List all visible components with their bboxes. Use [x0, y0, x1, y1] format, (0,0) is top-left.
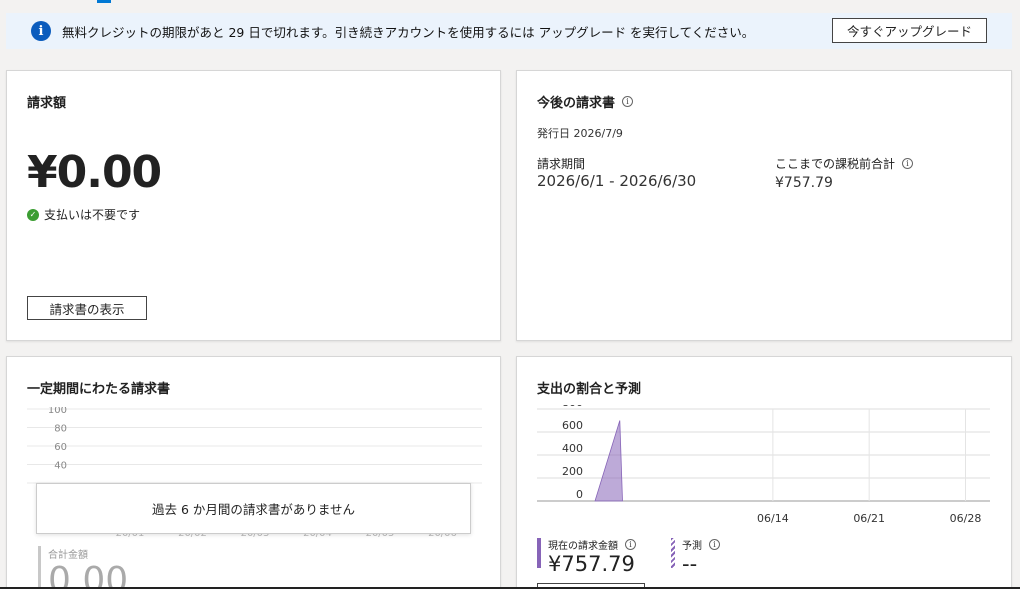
- pretax-total-label-row: ここまでの課税前合計 i: [775, 155, 914, 172]
- legend-forecast: 予測 i --: [671, 537, 720, 576]
- x-tick-label: 06/21: [853, 512, 885, 525]
- legend-current-label-row: 現在の請求金額 i: [548, 537, 636, 552]
- checkmark-icon: ✓: [27, 208, 39, 221]
- banner-message: 無料クレジットの期限があと 29 日で切れます。引き続きアカウントを使用するには…: [62, 24, 755, 40]
- pretax-total-label: ここまでの課税前合計: [775, 157, 896, 171]
- invoice-history-card: 一定期間にわたる請求書 10080604020/0120/0220/0320/0…: [6, 356, 501, 589]
- info-icon[interactable]: i: [902, 158, 914, 169]
- x-tick-label: 06/14: [757, 512, 789, 525]
- y-tick-label: 200: [562, 465, 583, 478]
- y-tick-label: 600: [562, 419, 583, 432]
- upgrade-now-button[interactable]: 今すぐアップグレード: [832, 18, 987, 43]
- y-tick-label: 40: [54, 461, 67, 472]
- y-tick-label: 0: [576, 488, 583, 501]
- legend-forecast-value: --: [682, 552, 698, 576]
- legend-forecast-swatch: [671, 538, 675, 568]
- y-tick-label: 60: [54, 442, 67, 453]
- total-amount-value: 0.00: [48, 560, 129, 589]
- spend-forecast-chart: 800 600 400 200 0 06/14 06/21 06/28: [537, 405, 990, 525]
- card-title: 一定期間にわたる請求書: [27, 382, 171, 397]
- card-title-row: 今後の請求書 i: [537, 92, 634, 111]
- empty-state-message: 過去 6 か月間の請求書がありません: [36, 483, 471, 534]
- spend-area-series: [594, 420, 623, 502]
- pretax-total-value: ¥757.79: [775, 175, 833, 191]
- legend-forecast-label: 予測: [682, 541, 702, 552]
- y-tick-label: 400: [562, 442, 583, 455]
- x-tick-label: 06/28: [950, 512, 982, 525]
- trial-expiry-banner: i 無料クレジットの期限があと 29 日で切れます。引き続きアカウントを使用する…: [6, 13, 1012, 49]
- billing-period-value: 2026/6/1 - 2026/6/30: [537, 172, 697, 190]
- legend-forecast-label-row: 予測 i: [682, 537, 720, 552]
- total-amount-block: 合計金額 0.00: [38, 546, 128, 589]
- legend-current: 現在の請求金額 i ¥757.79: [537, 537, 636, 576]
- billing-period-label: 請求期間: [537, 157, 586, 171]
- legend-current-swatch: [537, 538, 541, 568]
- y-tick-label: 800: [562, 405, 583, 409]
- top-tab-indicator: [97, 0, 111, 3]
- info-icon[interactable]: i: [625, 539, 636, 550]
- card-title: 請求額: [27, 96, 67, 111]
- card-title: 今後の請求書: [537, 96, 616, 111]
- y-tick-label: 80: [54, 424, 67, 435]
- payment-status-text: 支払いは不要です: [44, 208, 141, 222]
- card-title: 支出の割合と予測: [537, 382, 642, 397]
- info-icon[interactable]: i: [622, 96, 634, 107]
- total-amount-label: 合計金額: [48, 550, 88, 561]
- payment-status: ✓ 支払いは不要です: [27, 206, 140, 223]
- info-icon[interactable]: i: [709, 539, 720, 550]
- spend-forecast-card: 支出の割合と予測 800 600 400 200 0 06/14 06/21 06/28 現在…: [516, 356, 1012, 589]
- issue-date: 発行日 2026/7/9: [537, 127, 623, 140]
- show-invoice-button[interactable]: 請求書の表示: [27, 296, 147, 320]
- upcoming-invoice-card: 今後の請求書 i 発行日 2026/7/9 請求期間 2026/6/1 - 20…: [516, 70, 1012, 341]
- billing-amount: ¥0.00: [27, 147, 162, 198]
- legend-current-label: 現在の請求金額: [548, 541, 618, 552]
- info-icon: i: [31, 21, 51, 41]
- billing-amount-card: 請求額 ¥0.00 ✓ 支払いは不要です 請求書の表示: [6, 70, 501, 341]
- legend-current-value: ¥757.79: [548, 552, 635, 576]
- y-tick-label: 100: [48, 407, 67, 416]
